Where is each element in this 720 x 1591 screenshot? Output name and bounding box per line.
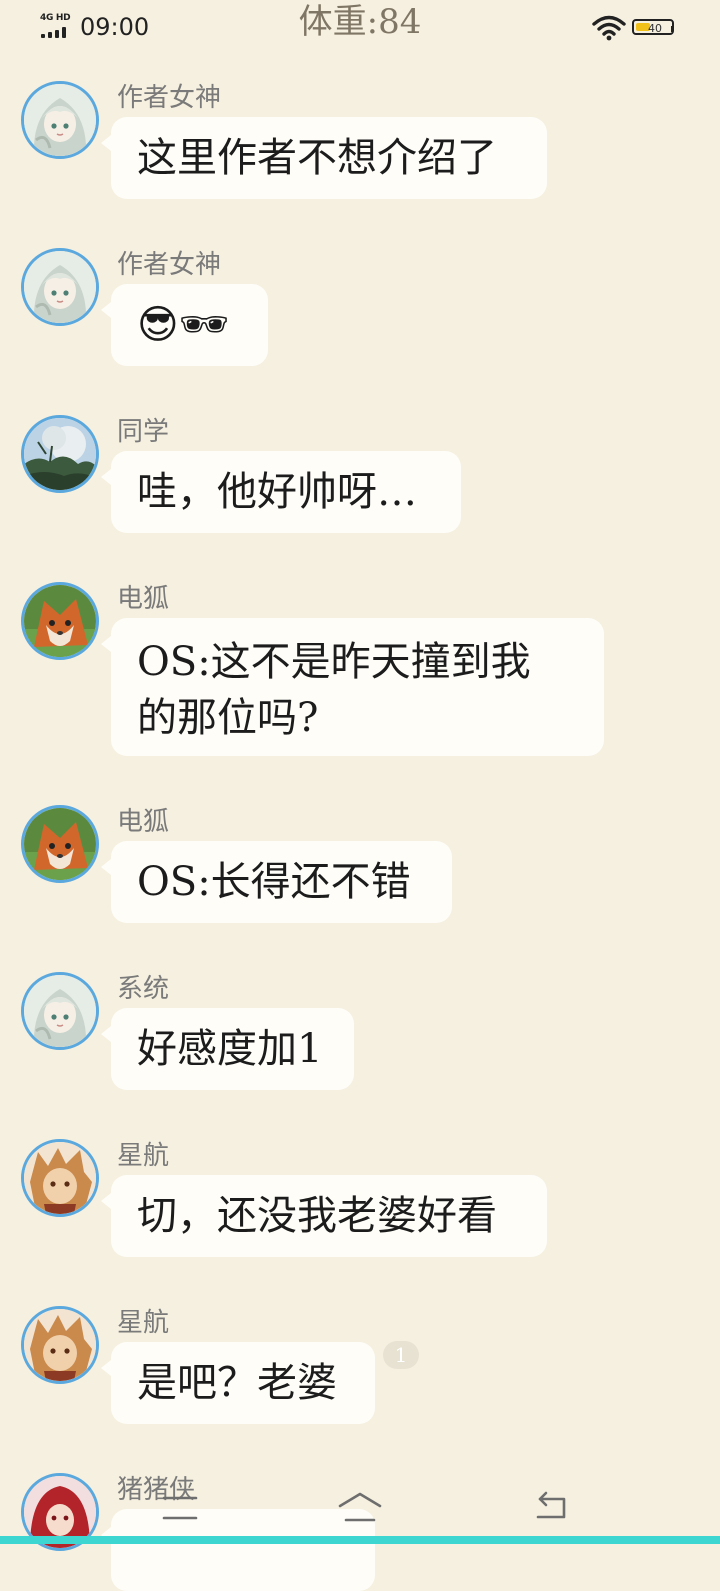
message-text: 哇，他好帅呀… [137, 469, 417, 515]
sender-name: 星航 [117, 1308, 170, 1338]
silver-hair-girl-avatar[interactable] [21, 972, 99, 1050]
system-navigation-bar [0, 1470, 720, 1544]
battery-icon: 40 [632, 19, 676, 37]
orange-fox-avatar[interactable] [21, 805, 99, 883]
home-icon[interactable] [330, 1482, 390, 1532]
unread-count-badge: 1 [383, 1341, 419, 1369]
message-text: 是吧？老婆 [137, 1360, 337, 1406]
sender-name: 同学 [117, 417, 170, 447]
sender-name: 电狐 [117, 807, 170, 837]
sender-name: 电狐 [117, 584, 170, 614]
tree-landscape-avatar[interactable] [21, 415, 99, 493]
message-text: 切，还没我老婆好看 [137, 1193, 497, 1239]
silver-hair-girl-avatar[interactable] [21, 81, 99, 159]
bottom-accent-bar [0, 1536, 720, 1544]
wifi-icon [592, 15, 626, 41]
status-bar: 4G HD 09:00 体重:84 40 [0, 0, 720, 56]
sender-name: 星航 [117, 1141, 170, 1171]
message-text: 好感度加1 [137, 1026, 323, 1072]
message-text-line: 的那位吗? [137, 695, 319, 741]
message-text-line: OS:这不是昨天撞到我 [137, 639, 531, 685]
sunglasses-emoji-text: 😎🕶 [137, 302, 230, 348]
orange-fox-avatar[interactable] [21, 582, 99, 660]
message-text: OS:长得还不错 [137, 859, 411, 905]
sender-name: 作者女神 [117, 83, 222, 113]
message-bubble[interactable]: 好感度加1 [101, 1008, 354, 1090]
message-bubble[interactable]: 😎🕶 [101, 284, 268, 366]
sender-name: 作者女神 [117, 250, 222, 280]
message-text: 这里作者不想介绍了 [137, 135, 497, 181]
lion-character-avatar[interactable] [21, 1139, 99, 1217]
lion-character-avatar[interactable] [21, 1306, 99, 1384]
message-bubble[interactable]: 这里作者不想介绍了 [101, 117, 547, 199]
message-bubble[interactable]: 切，还没我老婆好看 [101, 1175, 547, 1257]
message-bubble[interactable]: OS:长得还不错 [101, 841, 452, 923]
sender-name: 系统 [117, 974, 170, 1004]
back-icon[interactable] [520, 1482, 580, 1532]
menu-icon[interactable] [150, 1482, 210, 1532]
message-bubble[interactable]: 哇，他好帅呀… [101, 451, 461, 533]
message-bubble[interactable]: 是吧？老婆 [101, 1342, 375, 1424]
battery-level-text: 40 [648, 22, 662, 35]
message-bubble[interactable]: OS:这不是昨天撞到我 的那位吗? [101, 618, 604, 756]
chat-message-list[interactable]: 作者女神 这里作者不想介绍了 作者女神 😎🕶 同学 哇，他好帅呀… 电狐 OS:… [0, 0, 720, 1591]
silver-hair-girl-avatar[interactable] [21, 248, 99, 326]
